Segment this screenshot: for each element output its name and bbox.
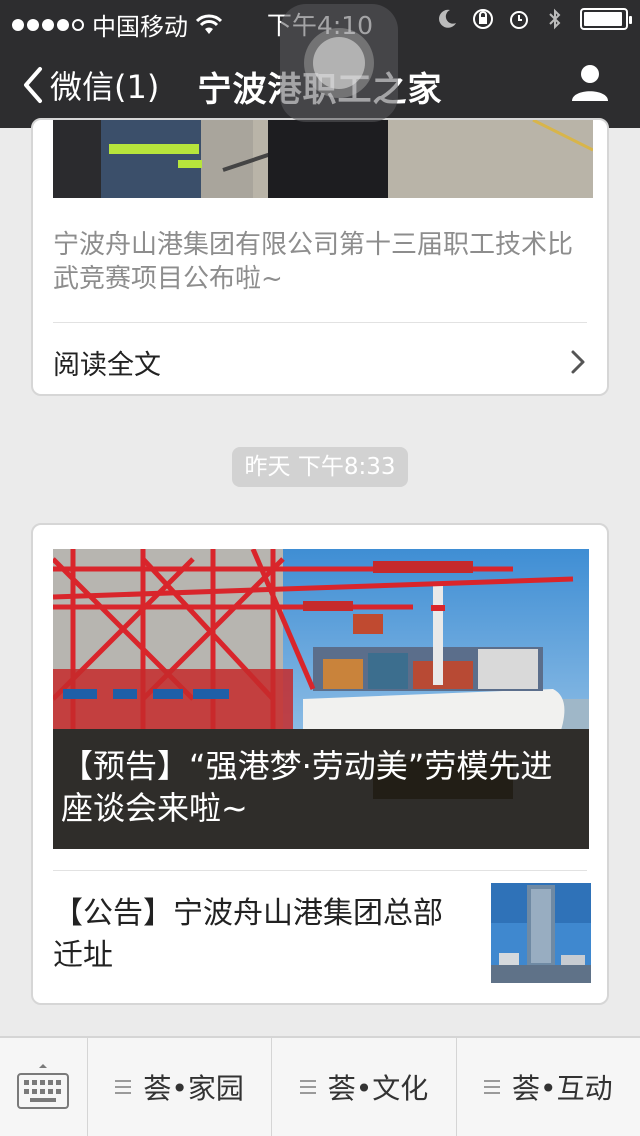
read-more-link[interactable]: 阅读全文 bbox=[53, 336, 587, 388]
menu-lines-icon bbox=[484, 1080, 501, 1094]
menu-lines-icon bbox=[299, 1080, 316, 1094]
bluetooth-icon bbox=[549, 8, 561, 30]
hero-article[interactable]: 【预告】“强港梦·劳动美”劳模先进座谈会来啦~ bbox=[53, 549, 589, 849]
menu-item-wenhua[interactable]: 荟•文化 bbox=[272, 1038, 457, 1136]
menu-lines-icon bbox=[115, 1080, 132, 1094]
menu-item-hudong[interactable]: 荟•互动 bbox=[457, 1038, 640, 1136]
divider bbox=[53, 322, 587, 323]
article-thumbnail bbox=[491, 883, 591, 983]
keyboard-toggle[interactable] bbox=[0, 1038, 88, 1136]
menu-item-label: 荟•家园 bbox=[143, 1072, 244, 1105]
battery-icon bbox=[580, 8, 632, 30]
article-card-1[interactable]: 宁波舟山港集团有限公司第十三届职工技术比武竞赛项目公布啦~ 阅读全文 bbox=[31, 118, 609, 396]
hero-caption-title: 【预告】“强港梦·劳动美”劳模先进座谈会来啦~ bbox=[61, 747, 553, 827]
rotation-lock-icon bbox=[473, 9, 493, 29]
bottom-menu: 荟•家园 荟•文化 荟•互动 bbox=[0, 1036, 640, 1136]
article-summary: 宁波舟山港集团有限公司第十三届职工技术比武竞赛项目公布啦~ bbox=[53, 230, 574, 294]
menu-item-jiayuan[interactable]: 荟•家园 bbox=[88, 1038, 273, 1136]
alarm-icon bbox=[510, 11, 528, 29]
article-item-title: 【公告】宁波舟山港集团总部迁址 bbox=[53, 896, 443, 973]
assistive-touch-button[interactable] bbox=[280, 4, 398, 122]
read-more-label: 阅读全文 bbox=[53, 349, 161, 381]
moon-icon bbox=[439, 9, 456, 28]
message-timestamp: 昨天 下午8:33 bbox=[232, 447, 408, 487]
article-card-2: 【预告】“强港梦·劳动美”劳模先进座谈会来啦~ 【公告】宁波舟山港集团总部迁址 bbox=[31, 523, 609, 1005]
article-list-item[interactable]: 【公告】宁波舟山港集团总部迁址 bbox=[33, 871, 607, 1003]
chevron-right-icon bbox=[571, 350, 585, 374]
article-image-workers bbox=[53, 120, 593, 198]
menu-item-label: 荟•文化 bbox=[327, 1072, 429, 1105]
keyboard-icon bbox=[17, 1064, 69, 1109]
person-icon[interactable] bbox=[570, 62, 610, 102]
menu-item-label: 荟•互动 bbox=[512, 1072, 613, 1105]
status-right bbox=[436, 8, 632, 30]
